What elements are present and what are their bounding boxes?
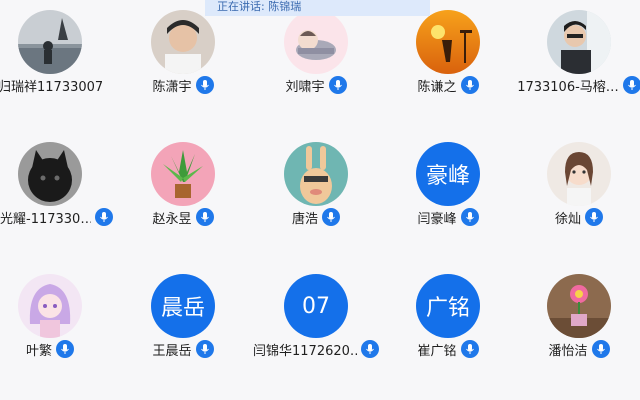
participant-name: 陈谦之 xyxy=(417,79,457,95)
participant-tile[interactable]: 刘啸宇 xyxy=(250,0,382,110)
mic-icon[interactable] xyxy=(622,76,640,94)
participant-tile[interactable]: 晨岳 王晨岳 xyxy=(117,264,249,374)
participant-name: 华光耀-117330… xyxy=(0,211,91,227)
avatar xyxy=(547,142,611,206)
mic-icon[interactable] xyxy=(460,208,479,226)
participant-name: 刘啸宇 xyxy=(285,79,325,95)
participant-tile[interactable]: 广铭 崔广铭 xyxy=(382,264,514,374)
participant-name: 潘怡洁 xyxy=(548,343,588,359)
mic-icon[interactable] xyxy=(460,340,479,358)
mic-icon[interactable] xyxy=(585,208,603,226)
mic-icon[interactable] xyxy=(195,340,214,358)
participant-tile[interactable]: 唐浩 xyxy=(250,132,382,242)
participant-tile[interactable]: 07 闫锦华1172620… xyxy=(250,264,382,374)
avatar xyxy=(151,142,215,206)
mic-icon[interactable] xyxy=(328,76,347,94)
avatar xyxy=(18,142,82,206)
participant-name: 唐浩 xyxy=(291,211,318,227)
participant-grid: 归瑞祥1173300711 陈潇宇 刘啸宇 陈谦之 xyxy=(0,0,640,400)
avatar xyxy=(547,10,611,74)
mic-icon[interactable] xyxy=(56,340,74,358)
mic-icon[interactable] xyxy=(195,208,214,226)
participant-name: 闫豪峰 xyxy=(417,211,457,227)
participant-tile[interactable]: 陈谦之 xyxy=(382,0,514,110)
participant-name: 叶繁 xyxy=(25,343,52,359)
mic-icon[interactable] xyxy=(460,76,479,94)
speaking-banner: 正在讲话: 陈锦瑞 xyxy=(205,0,430,16)
participant-tile[interactable]: 叶繁 xyxy=(0,264,116,374)
mic-icon[interactable] xyxy=(95,208,113,226)
participant-name: 赵永昱 xyxy=(152,211,192,227)
participant-name: 归瑞祥1173300711 xyxy=(0,79,102,95)
avatar: 晨岳 xyxy=(151,274,215,338)
avatar: 广铭 xyxy=(416,274,480,338)
participant-tile[interactable]: 徐灿 xyxy=(513,132,640,242)
participant-name: 闫锦华1172620… xyxy=(253,343,357,359)
participant-tile[interactable]: 潘怡洁 xyxy=(513,264,640,374)
participant-tile[interactable]: 华光耀-117330… xyxy=(0,132,116,242)
avatar xyxy=(284,142,348,206)
participant-name: 崔广铭 xyxy=(417,343,457,359)
avatar: 07 xyxy=(284,274,348,338)
avatar: 豪峰 xyxy=(416,142,480,206)
avatar xyxy=(547,274,611,338)
participant-name: 1733106-马榕… xyxy=(517,79,619,95)
mic-icon[interactable] xyxy=(195,76,214,94)
participant-tile[interactable]: 陈潇宇 xyxy=(117,0,249,110)
avatar xyxy=(18,274,82,338)
participant-name: 陈潇宇 xyxy=(152,79,192,95)
mic-icon[interactable] xyxy=(322,208,340,226)
participant-tile[interactable]: 归瑞祥1173300711 xyxy=(0,0,116,110)
avatar xyxy=(151,10,215,74)
participant-tile[interactable]: 豪峰 闫豪峰 xyxy=(382,132,514,242)
avatar xyxy=(284,10,348,74)
participant-name: 徐灿 xyxy=(554,211,581,227)
participant-tile[interactable]: 赵永昱 xyxy=(117,132,249,242)
mic-icon[interactable] xyxy=(361,340,379,358)
avatar xyxy=(18,10,82,74)
avatar xyxy=(416,10,480,74)
mic-icon[interactable] xyxy=(591,340,610,358)
participant-tile[interactable]: 1733106-马榕… xyxy=(513,0,640,110)
participant-name: 王晨岳 xyxy=(152,343,192,359)
